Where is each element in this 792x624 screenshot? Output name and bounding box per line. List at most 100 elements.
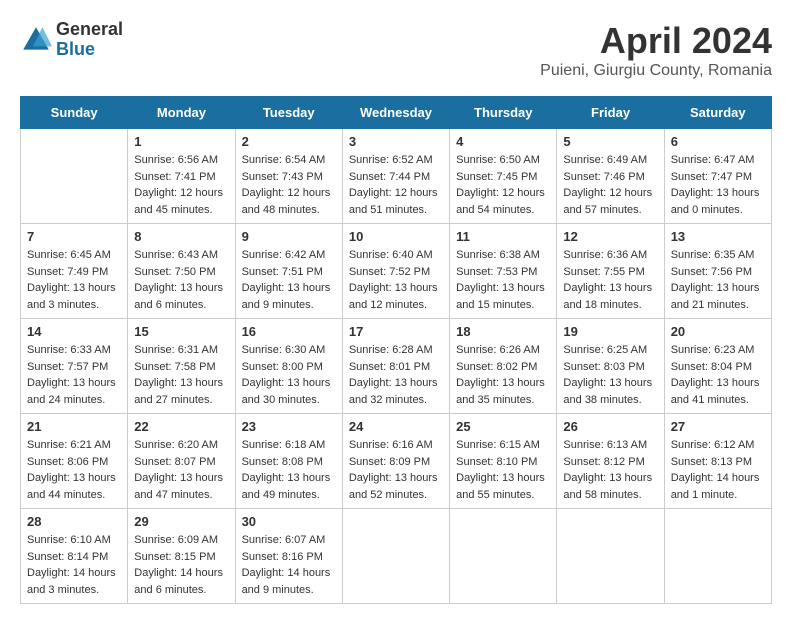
day-number: 14 — [27, 324, 121, 339]
day-info: Sunrise: 6:12 AM Sunset: 8:13 PM Dayligh… — [671, 437, 765, 503]
day-of-week-header: Wednesday — [342, 97, 449, 129]
day-info: Sunrise: 6:50 AM Sunset: 7:45 PM Dayligh… — [456, 152, 550, 218]
day-number: 26 — [563, 419, 657, 434]
days-of-week-row: SundayMondayTuesdayWednesdayThursdayFrid… — [21, 97, 772, 129]
day-info: Sunrise: 6:56 AM Sunset: 7:41 PM Dayligh… — [134, 152, 228, 218]
day-info: Sunrise: 6:52 AM Sunset: 7:44 PM Dayligh… — [349, 152, 443, 218]
day-info: Sunrise: 6:36 AM Sunset: 7:55 PM Dayligh… — [563, 247, 657, 313]
calendar-cell: 13 Sunrise: 6:35 AM Sunset: 7:56 PM Dayli… — [664, 224, 771, 319]
day-info: Sunrise: 6:47 AM Sunset: 7:47 PM Dayligh… — [671, 152, 765, 218]
day-info: Sunrise: 6:45 AM Sunset: 7:49 PM Dayligh… — [27, 247, 121, 313]
day-info: Sunrise: 6:13 AM Sunset: 8:12 PM Dayligh… — [563, 437, 657, 503]
day-info: Sunrise: 6:40 AM Sunset: 7:52 PM Dayligh… — [349, 247, 443, 313]
day-info: Sunrise: 6:07 AM Sunset: 8:16 PM Dayligh… — [242, 532, 336, 598]
day-info: Sunrise: 6:21 AM Sunset: 8:06 PM Dayligh… — [27, 437, 121, 503]
calendar-cell: 15Sunrise: 6:31 AM Sunset: 7:58 PM Dayli… — [128, 319, 235, 414]
day-of-week-header: Tuesday — [235, 97, 342, 129]
calendar-week-row: 21 Sunrise: 6:21 AM Sunset: 8:06 PM Dayli… — [21, 414, 772, 509]
day-number: 11 — [456, 229, 550, 244]
day-number: 19 — [563, 324, 657, 339]
day-number: 10 — [349, 229, 443, 244]
day-info: Sunrise: 6:16 AM Sunset: 8:09 PM Dayligh… — [349, 437, 443, 503]
calendar-header: SundayMondayTuesdayWednesdayThursdayFrid… — [21, 97, 772, 129]
day-info: Sunrise: 6:20 AM Sunset: 8:07 PM Dayligh… — [134, 437, 228, 503]
day-number: 22 — [134, 419, 228, 434]
calendar-cell: 23Sunrise: 6:18 AM Sunset: 8:08 PM Dayli… — [235, 414, 342, 509]
day-number: 16 — [242, 324, 336, 339]
calendar-cell — [342, 509, 449, 604]
calendar-cell — [664, 509, 771, 604]
day-info: Sunrise: 6:33 AM Sunset: 7:57 PM Dayligh… — [27, 342, 121, 408]
day-info: Sunrise: 6:35 AM Sunset: 7:56 PM Dayligh… — [671, 247, 765, 313]
calendar-cell: 6 Sunrise: 6:47 AM Sunset: 7:47 PM Daylig… — [664, 129, 771, 224]
day-number: 5 — [563, 134, 657, 149]
day-info: Sunrise: 6:49 AM Sunset: 7:46 PM Dayligh… — [563, 152, 657, 218]
calendar-cell: 29 Sunrise: 6:09 AM Sunset: 8:15 PM Dayli… — [128, 509, 235, 604]
day-info: Sunrise: 6:26 AM Sunset: 8:02 PM Dayligh… — [456, 342, 550, 408]
day-info: Sunrise: 6:23 AM Sunset: 8:04 PM Dayligh… — [671, 342, 765, 408]
calendar-week-row: 1Sunrise: 6:56 AM Sunset: 7:41 PM Daylig… — [21, 129, 772, 224]
calendar-cell: 18 Sunrise: 6:26 AM Sunset: 8:02 PM Dayli… — [450, 319, 557, 414]
day-number: 8 — [134, 229, 228, 244]
day-info: Sunrise: 6:28 AM Sunset: 8:01 PM Dayligh… — [349, 342, 443, 408]
day-number: 18 — [456, 324, 550, 339]
day-number: 4 — [456, 134, 550, 149]
calendar-cell: 11 Sunrise: 6:38 AM Sunset: 7:53 PM Dayli… — [450, 224, 557, 319]
day-of-week-header: Sunday — [21, 97, 128, 129]
calendar-table: SundayMondayTuesdayWednesdayThursdayFrid… — [20, 96, 772, 604]
day-of-week-header: Thursday — [450, 97, 557, 129]
calendar-week-row: 14 Sunrise: 6:33 AM Sunset: 7:57 PM Dayli… — [21, 319, 772, 414]
calendar-cell: 3 Sunrise: 6:52 AM Sunset: 7:44 PM Daylig… — [342, 129, 449, 224]
calendar-cell: 4 Sunrise: 6:50 AM Sunset: 7:45 PM Daylig… — [450, 129, 557, 224]
calendar-cell — [450, 509, 557, 604]
calendar-cell: 17 Sunrise: 6:28 AM Sunset: 8:01 PM Dayli… — [342, 319, 449, 414]
calendar-cell: 24 Sunrise: 6:16 AM Sunset: 8:09 PM Dayli… — [342, 414, 449, 509]
day-of-week-header: Friday — [557, 97, 664, 129]
day-number: 24 — [349, 419, 443, 434]
day-number: 29 — [134, 514, 228, 529]
day-number: 3 — [349, 134, 443, 149]
calendar-cell: 16Sunrise: 6:30 AM Sunset: 8:00 PM Dayli… — [235, 319, 342, 414]
calendar-cell: 14 Sunrise: 6:33 AM Sunset: 7:57 PM Dayli… — [21, 319, 128, 414]
day-number: 28 — [27, 514, 121, 529]
calendar-body: 1Sunrise: 6:56 AM Sunset: 7:41 PM Daylig… — [21, 129, 772, 604]
day-number: 15 — [134, 324, 228, 339]
calendar-cell: 20Sunrise: 6:23 AM Sunset: 8:04 PM Dayli… — [664, 319, 771, 414]
day-number: 7 — [27, 229, 121, 244]
calendar-cell: 1Sunrise: 6:56 AM Sunset: 7:41 PM Daylig… — [128, 129, 235, 224]
day-info: Sunrise: 6:10 AM Sunset: 8:14 PM Dayligh… — [27, 532, 121, 598]
day-info: Sunrise: 6:54 AM Sunset: 7:43 PM Dayligh… — [242, 152, 336, 218]
calendar-cell: 27Sunrise: 6:12 AM Sunset: 8:13 PM Dayli… — [664, 414, 771, 509]
day-info: Sunrise: 6:18 AM Sunset: 8:08 PM Dayligh… — [242, 437, 336, 503]
month-title: April 2024 — [540, 20, 772, 62]
calendar-cell: 21 Sunrise: 6:21 AM Sunset: 8:06 PM Dayli… — [21, 414, 128, 509]
logo-general-text: General — [56, 20, 123, 40]
calendar-cell: 22 Sunrise: 6:20 AM Sunset: 8:07 PM Dayli… — [128, 414, 235, 509]
title-section: April 2024 Puieni, Giurgiu County, Roman… — [540, 20, 772, 80]
calendar-cell: 10 Sunrise: 6:40 AM Sunset: 7:52 PM Dayli… — [342, 224, 449, 319]
calendar-week-row: 28 Sunrise: 6:10 AM Sunset: 8:14 PM Dayli… — [21, 509, 772, 604]
day-number: 17 — [349, 324, 443, 339]
day-number: 13 — [671, 229, 765, 244]
day-info: Sunrise: 6:38 AM Sunset: 7:53 PM Dayligh… — [456, 247, 550, 313]
day-number: 25 — [456, 419, 550, 434]
day-info: Sunrise: 6:09 AM Sunset: 8:15 PM Dayligh… — [134, 532, 228, 598]
day-number: 2 — [242, 134, 336, 149]
day-of-week-header: Monday — [128, 97, 235, 129]
day-number: 12 — [563, 229, 657, 244]
calendar-cell: 28 Sunrise: 6:10 AM Sunset: 8:14 PM Dayli… — [21, 509, 128, 604]
day-number: 6 — [671, 134, 765, 149]
calendar-cell — [21, 129, 128, 224]
calendar-cell: 7 Sunrise: 6:45 AM Sunset: 7:49 PM Daylig… — [21, 224, 128, 319]
calendar-cell: 5 Sunrise: 6:49 AM Sunset: 7:46 PM Daylig… — [557, 129, 664, 224]
logo-text: General Blue — [56, 20, 123, 60]
calendar-cell: 8Sunrise: 6:43 AM Sunset: 7:50 PM Daylig… — [128, 224, 235, 319]
calendar-cell — [557, 509, 664, 604]
calendar-cell: 9Sunrise: 6:42 AM Sunset: 7:51 PM Daylig… — [235, 224, 342, 319]
logo: General Blue — [20, 20, 123, 60]
day-number: 21 — [27, 419, 121, 434]
calendar-cell: 19Sunrise: 6:25 AM Sunset: 8:03 PM Dayli… — [557, 319, 664, 414]
page-header: General Blue April 2024 Puieni, Giurgiu … — [20, 20, 772, 80]
day-info: Sunrise: 6:42 AM Sunset: 7:51 PM Dayligh… — [242, 247, 336, 313]
day-info: Sunrise: 6:15 AM Sunset: 8:10 PM Dayligh… — [456, 437, 550, 503]
